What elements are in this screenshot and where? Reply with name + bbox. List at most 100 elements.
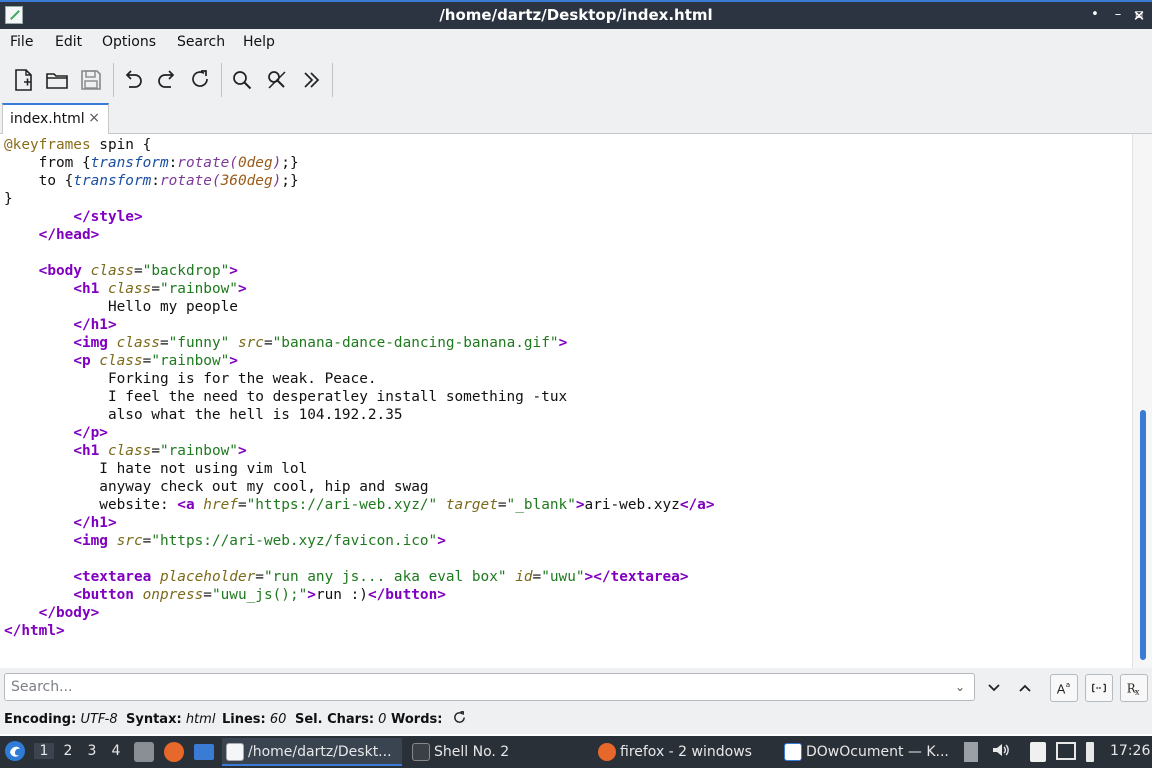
start-menu-icon[interactable] bbox=[4, 740, 26, 766]
search-input[interactable] bbox=[4, 673, 975, 701]
code-token: <img bbox=[73, 533, 108, 549]
regex-button[interactable]: Rx bbox=[1120, 674, 1148, 702]
removable-device-icon[interactable] bbox=[964, 742, 978, 762]
selchars-label: Sel. Chars: bbox=[295, 712, 375, 727]
menu-search[interactable]: Search bbox=[177, 34, 225, 50]
code-line: </h1> bbox=[4, 316, 116, 334]
code-token: I hate not using vim lol bbox=[4, 461, 308, 477]
reload-icon[interactable] bbox=[187, 67, 213, 93]
code-token: "backdrop" bbox=[142, 263, 230, 279]
scrollbar-thumb[interactable] bbox=[1140, 410, 1146, 660]
syntax-label: Syntax: bbox=[126, 712, 182, 727]
clipboard-icon[interactable] bbox=[1030, 742, 1046, 762]
code-line: I feel the need to desperatley install s… bbox=[4, 388, 567, 406]
task-shell[interactable]: Shell No. 2 bbox=[408, 738, 588, 766]
find-previous-button[interactable] bbox=[1011, 674, 1039, 702]
code-token: "run any js... aka eval box" bbox=[263, 569, 507, 585]
window-titlebar: /home/dartz/Desktop/index.html • – ▫ × bbox=[0, 0, 1152, 29]
window-title: /home/dartz/Desktop/index.html bbox=[439, 6, 713, 24]
chevron-down-icon[interactable]: ⌄ bbox=[955, 680, 965, 694]
code-line: anyway check out my cool, hip and swag bbox=[4, 478, 428, 496]
menu-icon[interactable]: • bbox=[1087, 7, 1103, 23]
task-featherpad-label: /home/dartz/Deskt... bbox=[248, 744, 392, 760]
code-token: "banana-dance-dancing-banana.gif" bbox=[272, 335, 559, 351]
menu-file[interactable]: File bbox=[10, 34, 33, 50]
new-file-icon[interactable] bbox=[10, 67, 36, 93]
task-featherpad[interactable]: /home/dartz/Deskt... bbox=[222, 738, 402, 766]
close-window-button[interactable]: ✕ bbox=[1130, 7, 1148, 25]
file-manager-icon[interactable] bbox=[134, 742, 154, 762]
code-editor[interactable]: @keyframes spin { from {transform:rotate… bbox=[0, 134, 1132, 668]
code-line: @keyframes spin { bbox=[4, 136, 151, 154]
selchars-value: 0 bbox=[378, 712, 387, 727]
menu-options[interactable]: Options bbox=[102, 34, 156, 50]
code-line: Hello my people bbox=[4, 298, 238, 316]
lines-status: Lines: 60 bbox=[222, 712, 286, 727]
refresh-words-icon[interactable] bbox=[452, 710, 467, 729]
code-token: spin { bbox=[90, 137, 152, 153]
desktop-1[interactable]: 1 bbox=[34, 743, 54, 759]
network-icon[interactable] bbox=[1056, 742, 1076, 760]
code-line: </head> bbox=[4, 226, 100, 244]
redo-icon[interactable] bbox=[154, 67, 180, 93]
taskbar: 1 2 3 4 /home/dartz/Deskt... Shell No. 2… bbox=[0, 736, 1152, 768]
code-token: = bbox=[151, 281, 160, 297]
find-replace-icon[interactable] bbox=[264, 67, 290, 93]
desktop-4[interactable]: 4 bbox=[106, 743, 126, 759]
menu-help[interactable]: Help bbox=[243, 34, 275, 50]
svg-text:A: A bbox=[1057, 681, 1066, 696]
tab-close-icon[interactable]: × bbox=[88, 110, 100, 126]
code-token: ;} bbox=[281, 173, 299, 189]
code-line: <button onpress="uwu_js();">run :)</butt… bbox=[4, 586, 446, 604]
volume-icon[interactable] bbox=[990, 740, 1010, 764]
find-icon[interactable] bbox=[229, 67, 255, 93]
code-token: from { bbox=[4, 155, 91, 171]
code-line: </body> bbox=[4, 604, 100, 622]
undo-icon[interactable] bbox=[120, 67, 146, 93]
task-document-label: DOwOcument — K... bbox=[806, 744, 949, 760]
save-icon[interactable] bbox=[78, 67, 104, 93]
task-document[interactable]: DOwOcument — K... bbox=[780, 738, 955, 766]
svg-text:a: a bbox=[1066, 680, 1070, 689]
code-token: > bbox=[237, 281, 247, 297]
desktop-2[interactable]: 2 bbox=[58, 743, 78, 759]
editor-scrollbar[interactable] bbox=[1132, 134, 1152, 668]
clock[interactable]: 17:26 bbox=[1110, 743, 1150, 759]
show-desktop-icon[interactable] bbox=[194, 744, 214, 760]
code-token: ) bbox=[272, 155, 282, 171]
code-token: "https://ari-web.xyz/favicon.ico" bbox=[151, 533, 438, 549]
featherpad-task-icon bbox=[226, 743, 244, 761]
battery-icon bbox=[1086, 742, 1094, 762]
match-case-button[interactable]: Aa bbox=[1050, 674, 1078, 702]
desktop-3[interactable]: 3 bbox=[82, 743, 102, 759]
code-line: from {transform:rotate(0deg);} bbox=[4, 154, 299, 172]
menu-edit[interactable]: Edit bbox=[55, 34, 82, 50]
code-line: </p> bbox=[4, 424, 108, 442]
code-token: = bbox=[142, 353, 152, 369]
firefox-launcher-icon[interactable] bbox=[164, 742, 184, 762]
find-next-button[interactable] bbox=[980, 674, 1008, 702]
code-token: = bbox=[133, 263, 143, 279]
code-token: "_blank" bbox=[506, 497, 576, 513]
whole-word-button[interactable] bbox=[1085, 674, 1113, 702]
code-token: <body bbox=[38, 263, 82, 279]
minimize-button[interactable]: – bbox=[1110, 7, 1126, 23]
task-firefox[interactable]: firefox - 2 windows bbox=[594, 738, 774, 766]
more-icon[interactable] bbox=[298, 67, 324, 93]
tab-index-html[interactable]: index.html × bbox=[2, 103, 109, 134]
code-token: transform bbox=[73, 173, 152, 189]
code-token: website: bbox=[4, 497, 178, 513]
firefox-task-icon bbox=[598, 743, 616, 761]
code-line: <h1 class="rainbow"> bbox=[4, 280, 247, 298]
open-folder-icon[interactable] bbox=[44, 67, 70, 93]
tab-label: index.html bbox=[10, 111, 85, 127]
